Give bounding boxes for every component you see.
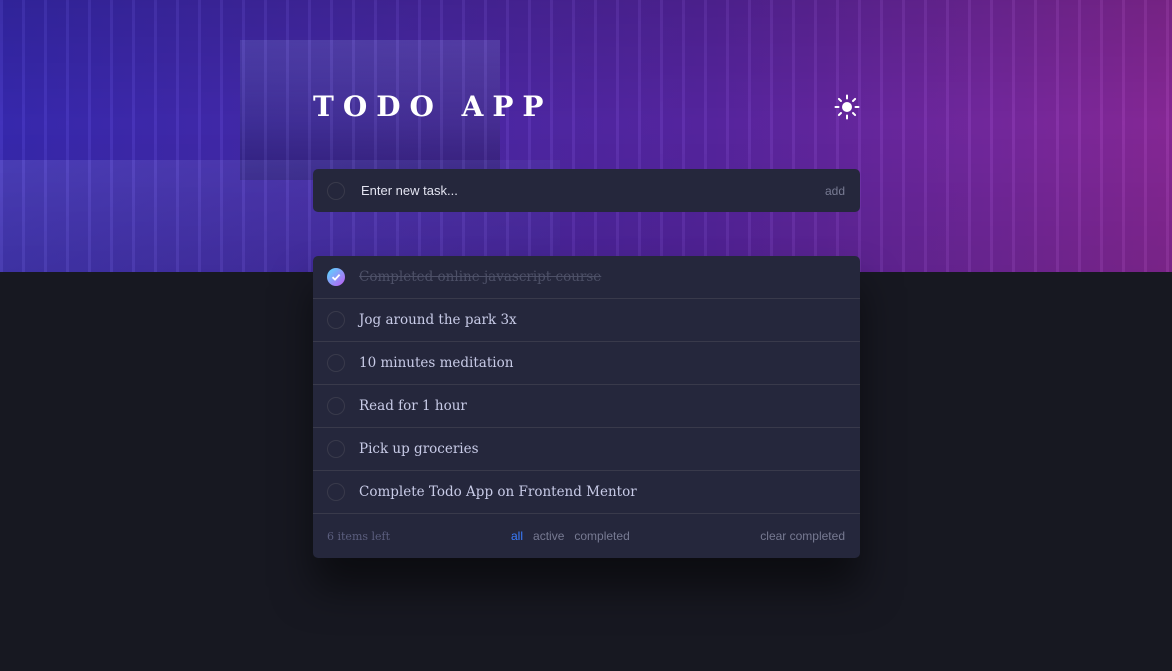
- todo-item-text: Pick up groceries: [359, 441, 479, 457]
- todo-checkbox[interactable]: [327, 397, 345, 415]
- sun-icon: [834, 94, 860, 120]
- todo-item-text: 10 minutes meditation: [359, 355, 514, 371]
- header-background-image: [0, 0, 1172, 272]
- new-task-input[interactable]: [359, 182, 825, 199]
- filter-all[interactable]: all: [511, 529, 523, 543]
- list-footer: 6 items left all active completed clear …: [313, 514, 860, 558]
- check-icon: [331, 273, 341, 281]
- todo-item[interactable]: 10 minutes meditation: [313, 342, 860, 385]
- theme-toggle-button[interactable]: [834, 94, 860, 120]
- new-task-check-circle[interactable]: [327, 181, 345, 200]
- todo-checkbox[interactable]: [327, 354, 345, 372]
- todo-checkbox[interactable]: [327, 311, 345, 329]
- new-task-bar: add: [313, 169, 860, 212]
- app-title: TODO APP: [313, 90, 553, 123]
- todo-item-text: Jog around the park 3x: [359, 312, 517, 328]
- todo-checkbox-checked[interactable]: [327, 268, 345, 286]
- clear-completed-button[interactable]: clear completed: [760, 529, 845, 543]
- todo-item[interactable]: Completed online javascript course: [313, 256, 860, 299]
- todo-item-text: Read for 1 hour: [359, 398, 467, 414]
- add-task-button[interactable]: add: [825, 184, 845, 198]
- todo-item[interactable]: Pick up groceries: [313, 428, 860, 471]
- filter-active[interactable]: active: [533, 529, 564, 543]
- items-left-count: 6 items left: [327, 529, 391, 543]
- todo-item-text: Completed online javascript course: [359, 269, 602, 285]
- filter-group: all active completed: [511, 514, 630, 558]
- todo-item[interactable]: Read for 1 hour: [313, 385, 860, 428]
- todo-list: Completed online javascript course Jog a…: [313, 256, 860, 558]
- todo-checkbox[interactable]: [327, 483, 345, 501]
- todo-checkbox[interactable]: [327, 440, 345, 458]
- filter-completed[interactable]: completed: [574, 529, 629, 543]
- todo-item-text: Complete Todo App on Frontend Mentor: [359, 484, 637, 500]
- todo-item[interactable]: Complete Todo App on Frontend Mentor: [313, 471, 860, 514]
- hero-overlay: [0, 0, 1172, 272]
- todo-item[interactable]: Jog around the park 3x: [313, 299, 860, 342]
